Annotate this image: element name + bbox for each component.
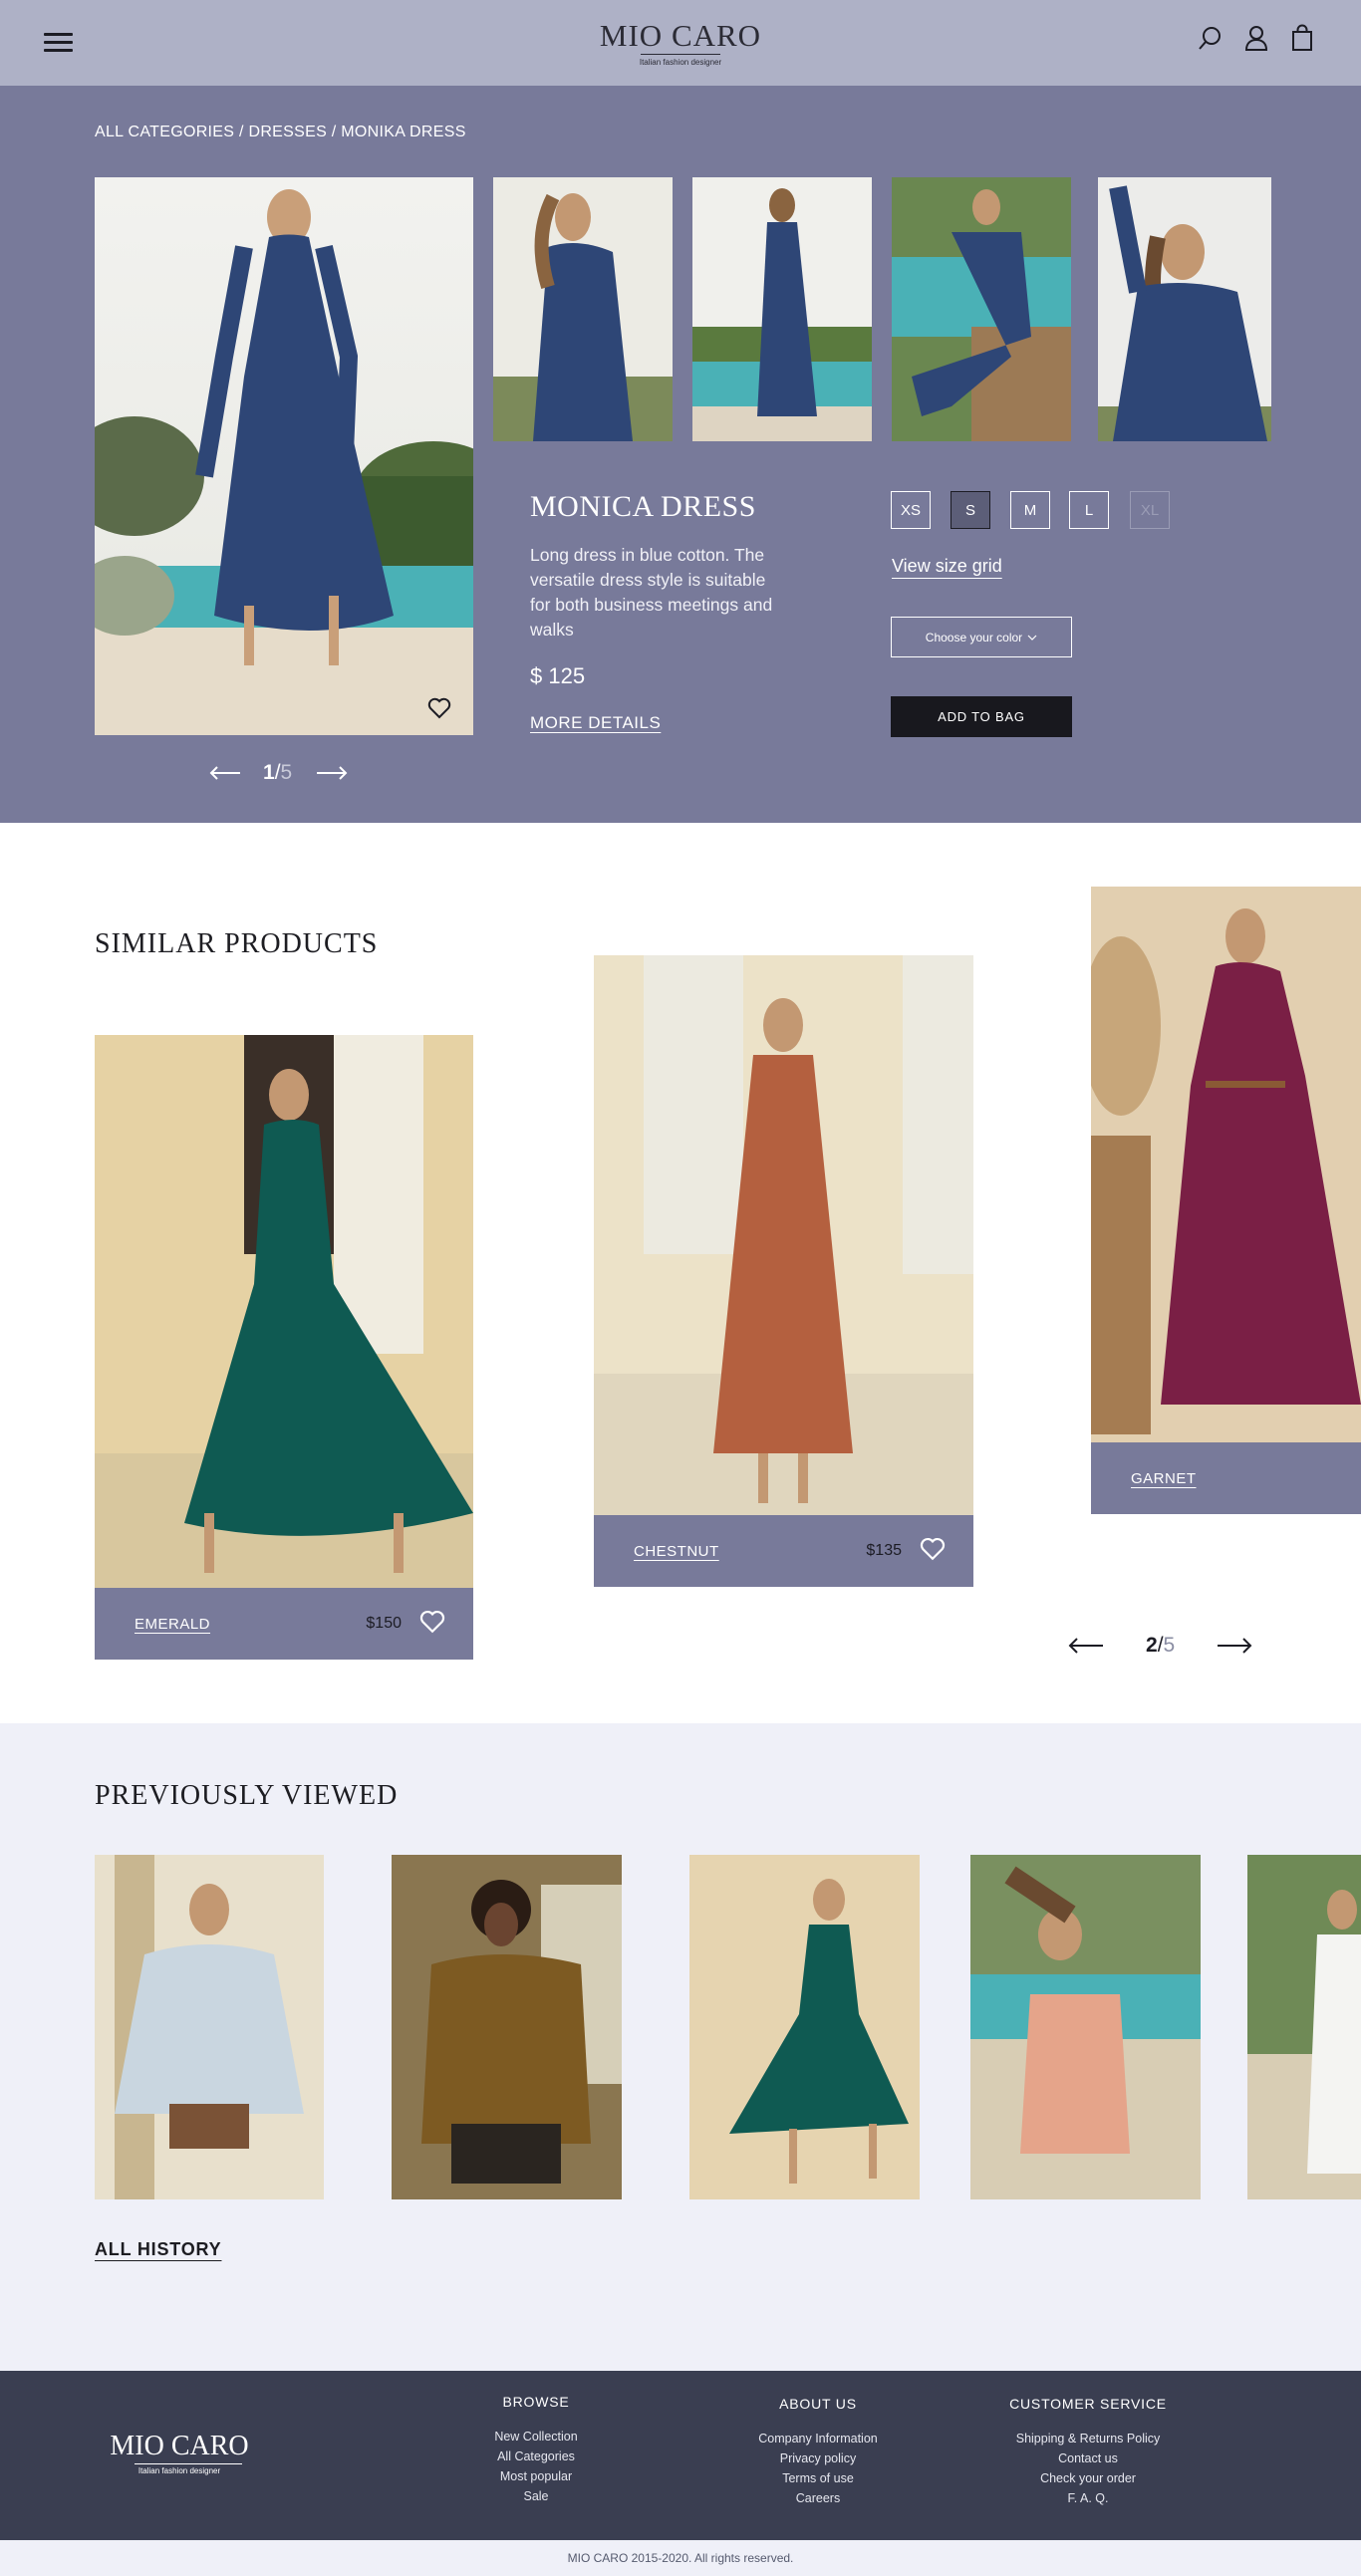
similar-product-bar: GARNET: [1091, 1442, 1361, 1514]
footer-column-customer-service: CUSTOMER SERVICE Shipping & Returns Poli…: [988, 2396, 1188, 2508]
similar-product-image[interactable]: [1091, 887, 1361, 1442]
product-thumbnail[interactable]: [692, 177, 872, 441]
footer-logo-divider: [135, 2463, 242, 2464]
viewed-product-image[interactable]: [95, 1855, 324, 2199]
search-icon[interactable]: [1198, 26, 1222, 52]
similar-product-price: $150: [366, 1615, 402, 1632]
similar-product-name[interactable]: EMERALD: [135, 1616, 210, 1633]
footer-link[interactable]: Check your order: [988, 2468, 1188, 2488]
add-to-bag-button[interactable]: ADD TO BAG: [891, 696, 1072, 737]
size-option-xs[interactable]: XS: [891, 491, 931, 529]
wishlist-heart-icon[interactable]: [427, 697, 451, 719]
footer-column-heading: CUSTOMER SERVICE: [1009, 2396, 1167, 2412]
previously-viewed-heading: PREVIOUSLY VIEWED: [95, 1780, 399, 1811]
pager-total: 5: [1163, 1634, 1176, 1657]
similar-product-price: $135: [866, 1542, 902, 1559]
product-price: $ 125: [530, 663, 586, 688]
size-option-xl: XL: [1130, 491, 1170, 529]
pager-current: 1: [263, 761, 275, 784]
footer-link[interactable]: Sale: [436, 2486, 636, 2506]
brand-logo[interactable]: MIO CARO: [558, 18, 803, 54]
footer-link[interactable]: Careers: [718, 2488, 918, 2508]
similar-product-bar: CHESTNUT $135: [594, 1515, 973, 1587]
similar-products-heading: SIMILAR PRODUCTS: [95, 928, 379, 959]
footer-link[interactable]: Company Information: [718, 2429, 918, 2448]
chevron-down-icon: [1027, 635, 1037, 641]
footer-link[interactable]: Contact us: [988, 2448, 1188, 2468]
viewed-product-image[interactable]: [689, 1855, 920, 2199]
footer-link[interactable]: Terms of use: [718, 2468, 918, 2488]
arrow-left-icon[interactable]: [209, 766, 241, 780]
site-header: MIO CARO Italian fashion designer: [0, 0, 1361, 86]
product-thumbnail[interactable]: [1098, 177, 1271, 441]
viewed-product-image[interactable]: [392, 1855, 622, 2199]
viewed-product-image[interactable]: [970, 1855, 1201, 2199]
size-grid-link[interactable]: View size grid: [892, 556, 1002, 577]
similar-pager: 2 / 5: [1068, 1634, 1252, 1658]
gallery-pager: 1 / 5: [209, 761, 348, 785]
logo-divider: [641, 54, 720, 55]
viewed-product-image[interactable]: [1247, 1855, 1361, 2199]
pager-total: 5: [280, 761, 293, 784]
brand-tagline: Italian fashion designer: [639, 58, 722, 67]
footer-link[interactable]: Most popular: [436, 2466, 636, 2486]
product-main-image[interactable]: [95, 177, 473, 735]
wishlist-heart-icon[interactable]: [920, 1537, 946, 1561]
all-history-link[interactable]: ALL HISTORY: [95, 2239, 221, 2260]
size-option-m[interactable]: M: [1010, 491, 1050, 529]
pager-current: 2: [1146, 1634, 1158, 1657]
color-select[interactable]: Choose your color: [891, 617, 1072, 657]
footer-link[interactable]: New Collection: [436, 2427, 636, 2447]
product-thumbnail[interactable]: [493, 177, 673, 441]
footer-brand-tagline: Italian fashion designer: [137, 2466, 221, 2475]
more-details-link[interactable]: MORE DETAILS: [530, 713, 661, 733]
copyright: MIO CARO 2015-2020. All rights reserved.: [0, 2540, 1361, 2576]
footer-column-browse: BROWSE New Collection All Categories Mos…: [436, 2394, 636, 2506]
similar-product-image[interactable]: [95, 1035, 473, 1588]
product-title: MONICA DRESS: [530, 490, 756, 523]
footer-column-about: ABOUT US Company Information Privacy pol…: [718, 2396, 918, 2508]
menu-icon[interactable]: [44, 28, 73, 57]
arrow-left-icon[interactable]: [1068, 1638, 1104, 1654]
arrow-right-icon[interactable]: [1217, 1638, 1252, 1654]
similar-product-name[interactable]: GARNET: [1131, 1470, 1197, 1487]
similar-product-image[interactable]: [594, 955, 973, 1515]
color-select-label: Choose your color: [925, 630, 1023, 644]
bag-icon[interactable]: [1291, 24, 1313, 52]
breadcrumb[interactable]: ALL CATEGORIES / DRESSES / MONIKA DRESS: [95, 124, 466, 141]
footer-link[interactable]: F. A. Q.: [988, 2488, 1188, 2508]
footer-link[interactable]: All Categories: [436, 2447, 636, 2466]
similar-product-name[interactable]: CHESTNUT: [634, 1543, 719, 1560]
footer-brand-logo[interactable]: MIO CARO: [96, 2431, 263, 2462]
size-option-s[interactable]: S: [951, 491, 990, 529]
product-thumbnail[interactable]: [892, 177, 1071, 441]
user-icon[interactable]: [1244, 25, 1268, 51]
footer-link[interactable]: Shipping & Returns Policy: [988, 2429, 1188, 2448]
footer-column-heading: BROWSE: [502, 2394, 570, 2410]
size-option-l[interactable]: L: [1069, 491, 1109, 529]
product-description: Long dress in blue cotton. The versatile…: [530, 545, 773, 640]
arrow-right-icon[interactable]: [316, 766, 348, 780]
footer-link[interactable]: Privacy policy: [718, 2448, 918, 2468]
wishlist-heart-icon[interactable]: [419, 1610, 445, 1634]
footer-column-heading: ABOUT US: [779, 2396, 857, 2412]
similar-product-bar: EMERALD $150: [95, 1588, 473, 1660]
